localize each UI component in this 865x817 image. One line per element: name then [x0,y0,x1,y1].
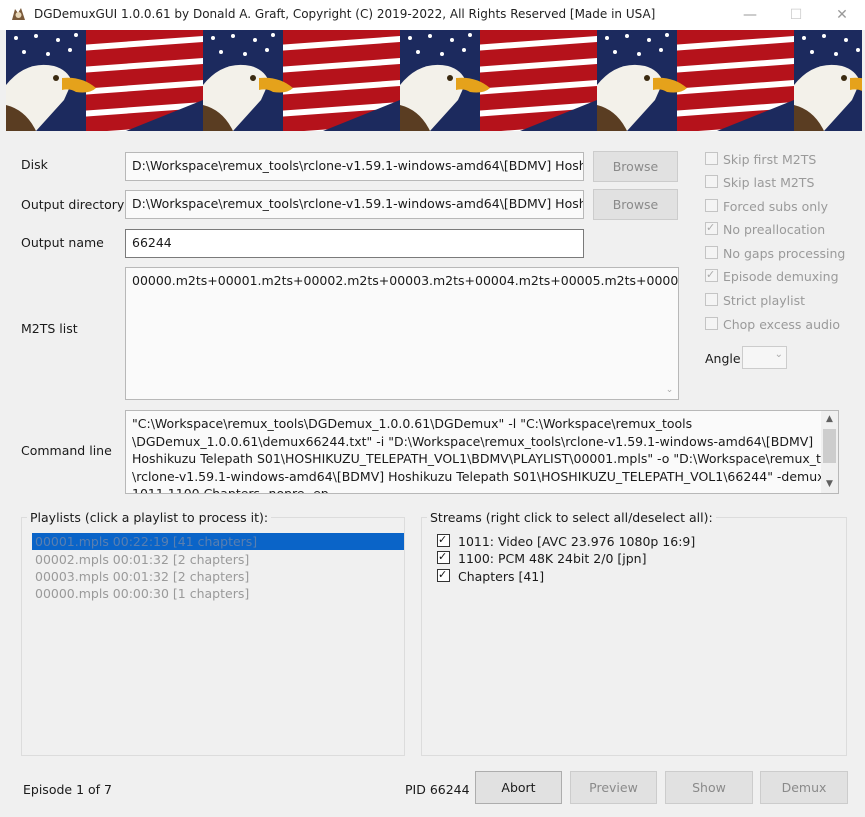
scroll-down-icon[interactable]: ▼ [821,476,838,493]
checkmark-icon [705,219,718,237]
eagle-flag-image [400,30,597,131]
m2ts-scrollbar[interactable]: ⌄ [661,268,678,399]
command-line-text: "C:\Workspace\remux_tools\DGDemux_1.0.0.… [132,416,693,431]
eagle-flag-image [203,30,400,131]
checkbox-icon [705,175,718,188]
abort-button[interactable]: Abort [475,771,562,804]
eagle-flag-image [6,30,203,131]
demux-button[interactable]: Demux [760,771,848,804]
playlists-title: Playlists (click a playlist to process i… [27,510,272,525]
no-preallocation-checkbox[interactable]: No preallocation [705,219,825,239]
output-name-label: Output name [21,235,104,250]
command-line-textarea[interactable]: "C:\Workspace\remux_tools\DGDemux_1.0.0.… [125,410,839,494]
output-directory-field[interactable]: D:\Workspace\remux_tools\rclone-v1.59.1-… [125,190,584,219]
title-bar[interactable]: DGDemuxGUI 1.0.0.61 by Donald A. Graft, … [0,0,865,30]
command-line-scrollbar[interactable]: ▲ ▼ [821,411,838,493]
playlist-item[interactable]: 00002.mpls 00:01:32 [2 chapters] [32,551,404,568]
chop-excess-audio-checkbox[interactable]: Chop excess audio [705,316,840,334]
stream-item[interactable]: Chapters [41] [437,566,544,585]
command-line-text: 1011,1100,Chapters -nopre -ep [132,486,329,494]
episode-status: Episode 1 of 7 [23,782,112,797]
show-button[interactable]: Show [665,771,753,804]
playlist-item[interactable]: 00000.mpls 00:00:30 [1 chapters] [32,585,404,602]
checkbox-icon [705,317,718,330]
pid-status: PID 66244 [405,782,470,797]
angle-select[interactable]: ⌄ [742,346,787,369]
preview-button[interactable]: Preview [570,771,657,804]
output-directory-label: Output directory [21,197,125,212]
stream-item[interactable]: 1011: Video [AVC 23.976 1080p 16:9] [437,531,695,550]
playlist-item[interactable]: 00001.mpls 00:22:19 [41 chapters] [32,533,404,550]
stream-item[interactable]: 1100: PCM 48K 24bit 2/0 [jpn] [437,548,646,567]
checkbox-icon [705,246,718,259]
checkmark-icon [437,531,450,548]
eagle-flag-image [597,30,794,131]
forced-subs-only-checkbox[interactable]: Forced subs only [705,198,828,216]
close-button[interactable]: ✕ [819,0,865,30]
command-line-text: \DGDemux_1.0.0.61\demux66244.txt" -i "D:… [132,433,814,449]
checkmark-icon [437,566,450,583]
strict-playlist-checkbox[interactable]: Strict playlist [705,292,805,310]
chevron-down-icon: ⌄ [774,349,783,360]
m2ts-list-label: M2TS list [21,321,78,336]
checkmark-icon [705,266,718,284]
command-line-label: Command line [21,443,112,458]
disk-field[interactable]: D:\Workspace\remux_tools\rclone-v1.59.1-… [125,152,584,181]
streams-title: Streams (right click to select all/desel… [427,510,716,525]
command-line-text: Hoshikuzu Telepath S01\HOSHIKUZU_TELEPAT… [132,451,839,466]
disk-browse-button[interactable]: Browse [593,151,678,182]
app-window: DGDemuxGUI 1.0.0.61 by Donald A. Graft, … [0,0,865,817]
window-title: DGDemuxGUI 1.0.0.61 by Donald A. Graft, … [34,7,656,21]
eagle-flag-image [794,30,862,131]
scroll-up-icon[interactable]: ▲ [821,411,838,428]
playlist-item[interactable]: 00003.mpls 00:01:32 [2 chapters] [32,568,404,585]
checkbox-icon [705,199,718,212]
episode-demuxing-checkbox[interactable]: Episode demuxing [705,266,839,286]
no-gaps-processing-checkbox[interactable]: No gaps processing [705,245,845,263]
checkbox-icon [705,293,718,306]
maximize-button[interactable]: ☐ [773,0,819,30]
checkbox-icon [705,152,718,165]
scrollbar-thumb[interactable] [823,429,836,463]
skip-first-m2ts-checkbox[interactable]: Skip first M2TS [705,151,816,169]
m2ts-list-text: 00000.m2ts+00001.m2ts+00002.m2ts+00003.m… [132,273,679,288]
disk-label: Disk [21,157,48,172]
output-name-input[interactable]: 66244 [125,229,584,258]
command-line-text: \rclone-v1.59.1-windows-amd64\[BDMV] Hos… [132,468,825,484]
output-directory-browse-button[interactable]: Browse [593,189,678,220]
scroll-down-icon[interactable]: ⌄ [661,382,678,399]
banner-image [6,30,862,131]
checkmark-icon [437,548,450,565]
angle-label: Angle [705,351,741,366]
app-icon [12,8,25,20]
skip-last-m2ts-checkbox[interactable]: Skip last M2TS [705,174,814,192]
m2ts-list-textarea[interactable]: 00000.m2ts+00001.m2ts+00002.m2ts+00003.m… [125,267,679,400]
minimize-button[interactable]: — [727,0,773,30]
